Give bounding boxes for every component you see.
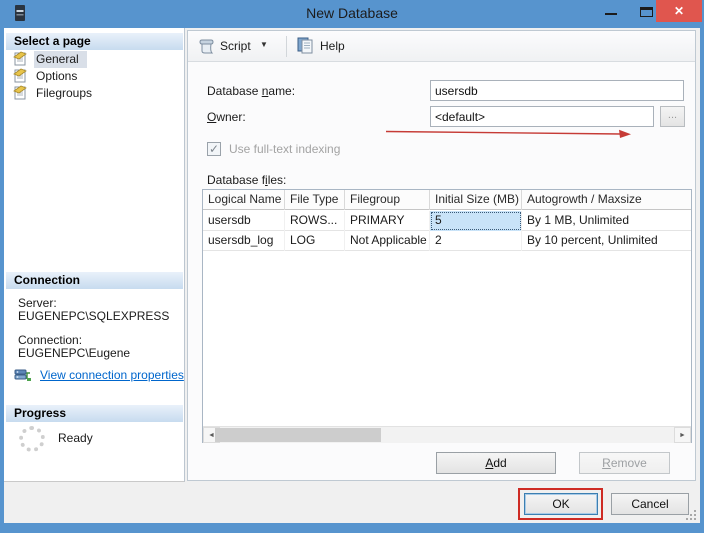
cell-filegroup[interactable]: Not Applicable	[345, 231, 430, 251]
check-icon: ✓	[209, 142, 219, 156]
resize-grip[interactable]	[685, 509, 697, 521]
fulltext-checkbox[interactable]: ✓	[207, 142, 221, 156]
ok-button[interactable]: OK	[524, 493, 598, 515]
cell-logical-name[interactable]: usersdb_log	[203, 231, 285, 251]
progress-spinner-icon	[19, 426, 45, 452]
close-icon: ✕	[674, 4, 684, 18]
cell-logical-name[interactable]: usersdb	[203, 211, 285, 231]
sidebar-item-options[interactable]: Options	[4, 68, 184, 85]
annotation-arrow	[383, 127, 635, 139]
toolbar-separator	[286, 36, 287, 57]
page-icon	[13, 68, 28, 83]
cell-autogrowth[interactable]: By 1 MB, Unlimited	[522, 211, 691, 231]
column-header-initial-size: Initial Size (MB)	[430, 190, 522, 210]
connection-header: Connection	[6, 272, 183, 289]
help-button[interactable]: Help	[294, 34, 354, 58]
progress-header: Progress	[6, 405, 183, 422]
sidebar-item-label: Filegroups	[34, 85, 100, 102]
database-files-label: Database files:	[207, 173, 286, 187]
sidebar-item-general[interactable]: General	[4, 51, 184, 68]
maximize-icon	[640, 7, 653, 17]
sidebar-item-label: Options	[34, 68, 85, 85]
database-name-label: Database name:	[207, 84, 295, 98]
grid-header-row: Logical Name File Type Filegroup Initial…	[203, 190, 691, 210]
sidebar-item-label: General	[34, 51, 87, 68]
minimize-button[interactable]	[598, 0, 624, 22]
sidebar-item-filegroups[interactable]: Filegroups	[4, 85, 184, 102]
cell-file-type[interactable]: LOG	[285, 231, 345, 251]
chevron-down-icon[interactable]: ▼	[260, 40, 268, 49]
cell-initial-size[interactable]: 2	[430, 231, 522, 251]
scroll-right-icon: ►	[679, 432, 686, 439]
column-header-autogrowth: Autogrowth / Maxsize	[522, 190, 691, 210]
help-icon	[296, 36, 314, 55]
scroll-right-button[interactable]: ►	[674, 427, 691, 443]
script-button[interactable]: Script ▼	[196, 34, 280, 58]
script-label: Script	[220, 39, 251, 53]
owner-input[interactable]	[430, 106, 654, 127]
server-value: EUGENEPC\SQLEXPRESS	[18, 309, 169, 323]
column-header-filegroup: Filegroup	[345, 190, 430, 210]
minimize-icon	[605, 13, 617, 15]
server-label: Server:	[18, 296, 57, 310]
add-button[interactable]: Add	[436, 452, 556, 474]
footer: OK Cancel	[4, 483, 700, 523]
page-icon	[13, 85, 28, 100]
database-files-grid: Logical Name File Type Filegroup Initial…	[202, 189, 692, 443]
view-connection-properties-label: View connection properties	[40, 368, 184, 382]
column-header-logical-name: Logical Name	[203, 190, 285, 210]
scroll-left-icon: ◄	[208, 432, 215, 439]
sidebar: Select a page General Options	[4, 28, 185, 482]
cell-file-type[interactable]: ROWS...	[285, 211, 345, 231]
cell-autogrowth[interactable]: By 10 percent, Unlimited	[522, 231, 691, 251]
connection-value: EUGENEPC\Eugene	[18, 346, 130, 360]
scrollbar-thumb[interactable]	[215, 428, 381, 442]
database-name-input[interactable]	[430, 80, 684, 101]
owner-browse-button[interactable]: ...	[660, 106, 685, 127]
owner-label: Owner:	[207, 110, 246, 124]
cell-initial-size-selected[interactable]: 5	[430, 211, 522, 231]
progress-status: Ready	[58, 431, 93, 445]
general-page-panel: Script ▼ Help Database name:	[187, 30, 696, 481]
column-header-file-type: File Type	[285, 190, 345, 210]
grid-row-usersdb-log: usersdb_log LOG Not Applicable 2 By 10 p…	[203, 231, 691, 251]
help-label: Help	[320, 39, 345, 53]
select-a-page-header: Select a page	[6, 33, 183, 50]
dialog-body: Select a page General Options	[4, 28, 700, 523]
new-database-dialog: New Database ✕ Select a page General	[0, 0, 704, 533]
title-bar[interactable]: New Database ✕	[0, 0, 704, 28]
close-button[interactable]: ✕	[656, 0, 702, 22]
horizontal-scrollbar[interactable]: ◄ ►	[203, 426, 691, 443]
cancel-button[interactable]: Cancel	[611, 493, 689, 515]
remove-button[interactable]: Remove	[579, 452, 670, 474]
connection-label: Connection:	[18, 333, 82, 347]
fulltext-checkbox-label: Use full-text indexing	[229, 142, 340, 156]
page-icon	[13, 51, 28, 66]
script-icon	[198, 37, 216, 55]
toolbar: Script ▼ Help	[188, 31, 695, 62]
connection-properties-icon	[14, 367, 32, 383]
grid-row-usersdb: usersdb ROWS... PRIMARY 5 By 1 MB, Unlim…	[203, 211, 691, 231]
cell-filegroup[interactable]: PRIMARY	[345, 211, 430, 231]
